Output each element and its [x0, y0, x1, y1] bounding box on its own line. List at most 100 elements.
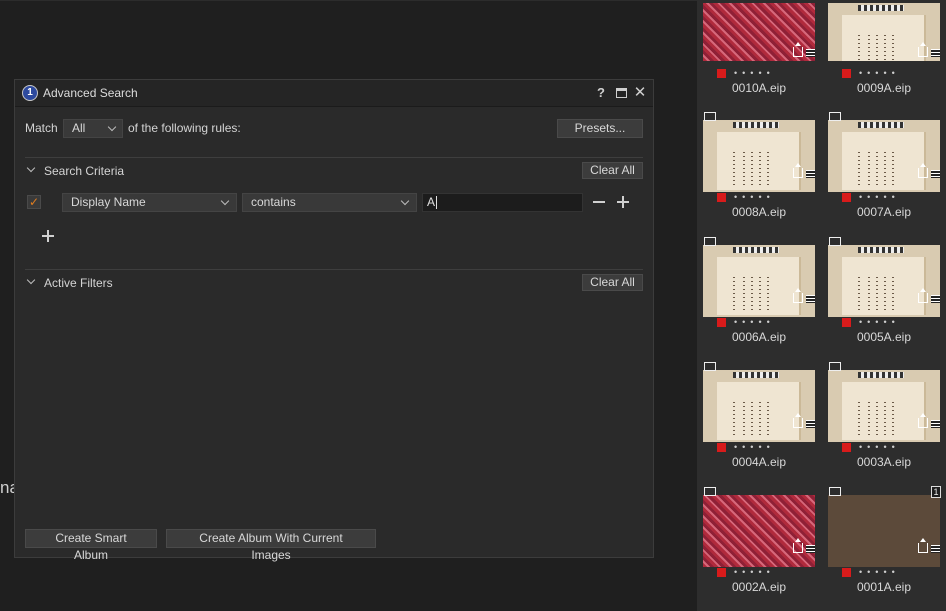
match-rules-text: of the following rules: — [128, 121, 241, 135]
help-button[interactable]: ? — [593, 84, 609, 102]
match-mode-select[interactable]: All — [63, 119, 123, 138]
text-line — [858, 35, 860, 61]
rule-value-input[interactable]: A — [422, 193, 583, 212]
upload-icon[interactable] — [918, 163, 928, 178]
metadata-list-icon[interactable] — [806, 545, 815, 553]
dialog-titlebar[interactable]: 1 Advanced Search ? ✕ — [15, 80, 653, 107]
metadata-list-icon[interactable] — [806, 170, 815, 178]
upload-icon[interactable] — [793, 413, 803, 428]
red-color-label[interactable] — [717, 568, 726, 577]
upload-icon[interactable] — [793, 538, 803, 553]
thumbnail-item[interactable]: ••••• 0003A.eip — [828, 360, 942, 480]
thumbnail-item[interactable]: ••••• 0002A.eip — [703, 485, 817, 605]
thumbnail-image[interactable] — [828, 245, 940, 317]
upload-icon[interactable] — [793, 288, 803, 303]
red-color-label[interactable] — [717, 443, 726, 452]
version-stack-icon[interactable] — [829, 487, 841, 496]
top-divider — [0, 0, 697, 1]
search-criteria-clear-all-button[interactable]: Clear All — [582, 162, 643, 179]
thumbnail-item[interactable]: ••••• 0009A.eip — [828, 3, 942, 123]
text-line — [751, 152, 753, 186]
text-line — [876, 35, 878, 61]
upload-icon[interactable] — [793, 163, 803, 178]
star-rating-dots[interactable]: ••••• — [859, 442, 900, 452]
red-color-label[interactable] — [842, 318, 851, 327]
collapse-chevron-icon[interactable] — [26, 275, 36, 285]
upload-icon[interactable] — [918, 538, 928, 553]
thumbnail-item[interactable]: ••••• 0004A.eip — [703, 360, 817, 480]
match-label: Match — [25, 121, 58, 135]
thumbnail-image[interactable] — [828, 120, 940, 192]
add-rule-after-plus-icon[interactable] — [617, 196, 629, 208]
star-rating-dots[interactable]: ••••• — [734, 192, 775, 202]
thumbnail-item[interactable]: ••••• 0007A.eip — [828, 110, 942, 230]
version-stack-icon[interactable] — [704, 362, 716, 371]
create-smart-album-button[interactable]: Create Smart Album — [25, 529, 157, 562]
metadata-list-icon[interactable] — [806, 49, 815, 57]
text-line — [868, 277, 870, 311]
metadata-list-icon[interactable] — [931, 170, 940, 178]
active-filters-clear-all-button[interactable]: Clear All — [582, 274, 643, 291]
rule-field-select[interactable]: Display Name — [62, 193, 237, 212]
version-stack-icon[interactable] — [704, 487, 716, 496]
star-rating-dots[interactable]: ••••• — [734, 442, 775, 452]
metadata-list-icon[interactable] — [931, 545, 940, 553]
red-color-label[interactable] — [842, 193, 851, 202]
thumbnail-item[interactable]: ••••• 0010A.eip — [703, 3, 817, 123]
thumbnail-item[interactable]: ••••• 0008A.eip — [703, 110, 817, 230]
star-rating-dots[interactable]: ••••• — [859, 317, 900, 327]
upload-icon[interactable] — [793, 42, 803, 57]
collapse-chevron-icon[interactable] — [26, 163, 36, 173]
upload-icon[interactable] — [918, 413, 928, 428]
thumbnail-image[interactable] — [828, 495, 940, 567]
star-rating-dots[interactable]: ••••• — [859, 567, 900, 577]
metadata-list-icon[interactable] — [806, 295, 815, 303]
thumbnail-image[interactable] — [703, 495, 815, 567]
thumbnail-panel[interactable]: ••••• 0010A.eip ••••• 0009A.eip ••••• 0008A.e… — [697, 0, 946, 611]
star-rating-dots[interactable]: ••••• — [734, 68, 775, 78]
thumbnail-item[interactable]: 1 ••••• 0001A.eip — [828, 485, 942, 605]
search-criteria-header[interactable]: Search Criteria Clear All — [25, 162, 643, 180]
thumbnail-image[interactable] — [703, 245, 815, 317]
red-color-label[interactable] — [717, 193, 726, 202]
thumbnail-labels: ••••• — [717, 317, 815, 328]
remove-rule-minus-icon[interactable] — [593, 196, 605, 208]
thumbnail-item[interactable]: ••••• 0005A.eip — [828, 235, 942, 355]
metadata-list-icon[interactable] — [931, 49, 940, 57]
version-stack-icon[interactable] — [704, 112, 716, 121]
thumbnail-image[interactable] — [703, 370, 815, 442]
star-rating-dots[interactable]: ••••• — [859, 68, 900, 78]
rule-operator-select[interactable]: contains — [242, 193, 417, 212]
metadata-list-icon[interactable] — [806, 420, 815, 428]
close-button[interactable]: ✕ — [632, 84, 648, 102]
thumbnail-image[interactable] — [828, 370, 940, 442]
thumbnail-filename: 0007A.eip — [856, 205, 912, 219]
rule-enabled-checkbox[interactable]: ✓ — [27, 195, 41, 209]
add-rule-plus-icon[interactable] — [42, 230, 54, 242]
active-filters-header[interactable]: Active Filters Clear All — [25, 274, 643, 292]
text-line — [751, 402, 753, 436]
version-stack-icon[interactable] — [829, 237, 841, 246]
thumbnail-image[interactable] — [703, 120, 815, 192]
star-rating-dots[interactable]: ••••• — [734, 317, 775, 327]
upload-icon[interactable] — [918, 42, 928, 57]
manuscript-page — [717, 382, 801, 440]
create-album-current-images-button[interactable]: Create Album With Current Images — [166, 529, 376, 562]
version-stack-icon[interactable] — [829, 112, 841, 121]
red-color-label[interactable] — [842, 568, 851, 577]
upload-icon[interactable] — [918, 288, 928, 303]
thumbnail-item[interactable]: ••••• 0006A.eip — [703, 235, 817, 355]
red-color-label[interactable] — [842, 69, 851, 78]
metadata-list-icon[interactable] — [931, 420, 940, 428]
star-rating-dots[interactable]: ••••• — [859, 192, 900, 202]
red-color-label[interactable] — [717, 69, 726, 78]
metadata-list-icon[interactable] — [931, 295, 940, 303]
maximize-button[interactable] — [613, 84, 629, 102]
red-color-label[interactable] — [717, 318, 726, 327]
version-stack-icon[interactable] — [704, 237, 716, 246]
text-line — [858, 277, 860, 311]
red-color-label[interactable] — [842, 443, 851, 452]
star-rating-dots[interactable]: ••••• — [734, 567, 775, 577]
version-stack-icon[interactable] — [829, 362, 841, 371]
presets-button[interactable]: Presets... — [557, 119, 643, 138]
